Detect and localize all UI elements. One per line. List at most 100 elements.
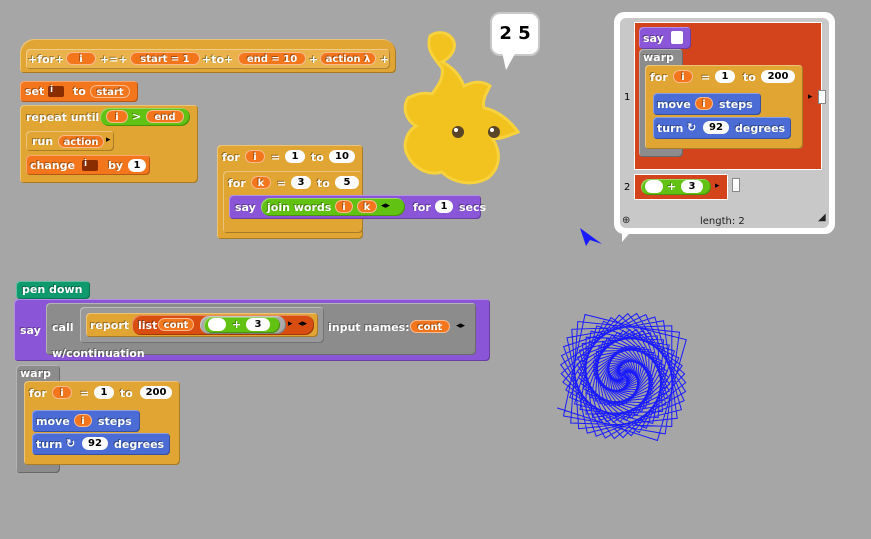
pen-trail <box>556 312 687 442</box>
outer-for-eq: = <box>271 151 281 164</box>
change-block[interactable]: change i by 1 <box>26 155 150 175</box>
repeat-until-block[interactable]: repeat until i > end run action ▸ change… <box>20 105 198 183</box>
inner-for-eq: = <box>277 177 287 190</box>
say-label: say <box>235 201 256 214</box>
hat-label-to: +to+ <box>202 53 234 66</box>
watcher-plus-value[interactable]: 3 <box>681 180 703 193</box>
watcher-plus-op: + <box>667 180 677 193</box>
input-name-cont[interactable]: cont <box>410 320 450 333</box>
run-block[interactable]: run action ▸ <box>26 131 114 151</box>
watcher-move-steps: steps <box>719 98 753 111</box>
list-row2-cell[interactable]: + 3 ▸ <box>634 174 728 200</box>
pen-for-to-label: to <box>120 387 133 400</box>
report-label: report <box>90 319 129 332</box>
watcher-rotate-cw-icon: ↻ <box>687 121 697 134</box>
join-words-reporter[interactable]: join words i k ◂▸ <box>261 198 405 216</box>
join-arg-k[interactable]: k <box>357 200 377 213</box>
plus-ring-arrow[interactable]: ▸ <box>288 319 293 330</box>
list-row2-index: 2 <box>624 182 631 193</box>
outer-for-from[interactable]: 1 <box>285 150 305 163</box>
row2-handle[interactable] <box>732 178 740 192</box>
join-arrows[interactable]: ◂▸ <box>381 201 390 212</box>
pen-script[interactable]: pen down say call report list cont + 3 ▸… <box>14 281 494 476</box>
inner-for-from[interactable]: 3 <box>291 176 311 189</box>
outer-for-to-label: to <box>311 151 324 164</box>
add-item-icon[interactable]: ⊕ <box>622 215 630 226</box>
watcher-move-block[interactable]: move i steps <box>653 93 761 115</box>
join-words-label: join words <box>267 201 332 214</box>
join-arg-i[interactable]: i <box>335 200 353 213</box>
outer-for-label: for <box>222 151 240 164</box>
list-row1-cell[interactable]: say warp for i = 1 to 200 move i steps t… <box>634 22 822 170</box>
hat-param-action[interactable]: action λ <box>320 52 376 65</box>
cond-left-var[interactable]: i <box>106 110 128 123</box>
hat-param-start[interactable]: start = 1 <box>130 52 200 65</box>
inner-for-to-label: to <box>317 177 330 190</box>
watcher-for-var[interactable]: i <box>673 70 693 83</box>
say-join-block[interactable]: say join words i k ◂▸ for 1 secs <box>229 195 486 219</box>
watcher-for-from[interactable]: 1 <box>715 70 735 83</box>
row1-expand-arrow[interactable]: ▸ <box>808 92 813 103</box>
list-watcher[interactable]: 1 say warp for i = 1 to 200 move i steps <box>614 12 835 242</box>
watcher-turn-value[interactable]: 92 <box>703 121 729 134</box>
list-label: list <box>138 319 158 332</box>
pen-down-block[interactable]: pen down <box>16 281 90 299</box>
hat-param-end[interactable]: end = 10 <box>238 52 306 65</box>
inner-for-to[interactable]: 5 <box>335 176 359 189</box>
list-reporter[interactable]: list cont + 3 ▸ ◂▸ <box>132 315 314 335</box>
hat-label-plus-end: + <box>380 53 390 66</box>
say-secs-value[interactable]: 1 <box>435 200 453 213</box>
continuation-label: w/continuation <box>52 347 145 360</box>
set-to-label: to <box>73 85 86 98</box>
input-names-arrows[interactable]: ◂▸ <box>456 321 465 332</box>
pen-for-var[interactable]: i <box>52 386 72 399</box>
turn-block[interactable]: turn ↻ 92 degrees <box>32 433 170 455</box>
say-call-block[interactable]: say call report list cont + 3 ▸ ◂▸ input… <box>14 299 490 361</box>
resize-handle-icon[interactable]: ◢ <box>818 212 826 223</box>
custom-for-hat[interactable]: +for+ i +=+ start = 1 +to+ end = 10 + ac… <box>20 39 396 73</box>
alonzo-sprite[interactable] <box>398 28 528 188</box>
report-ring[interactable]: report list cont + 3 ▸ ◂▸ <box>80 307 324 343</box>
list-arg-cont[interactable]: cont <box>158 318 194 331</box>
run-expand-arrow[interactable]: ▸ <box>106 135 111 146</box>
move-block[interactable]: move i steps <box>32 410 140 432</box>
custom-for-prototype[interactable]: +for+ i +=+ start = 1 +to+ end = 10 + ac… <box>26 49 390 69</box>
hat-label-eq: +=+ <box>100 53 128 66</box>
outer-for-var-i[interactable]: i <box>245 150 265 163</box>
pen-for-to[interactable]: 200 <box>140 386 172 399</box>
say-secs-label: secs <box>459 201 487 214</box>
inner-for-var-k[interactable]: k <box>251 176 271 189</box>
change-by-label: by <box>108 159 124 172</box>
outer-for-to[interactable]: 10 <box>329 150 355 163</box>
run-arg-action[interactable]: action <box>58 135 104 148</box>
turn-degrees-label: degrees <box>114 438 165 451</box>
watcher-say-block[interactable]: say <box>639 27 691 49</box>
set-block[interactable]: set i to start <box>20 81 138 102</box>
hat-param-i[interactable]: i <box>66 52 96 65</box>
report-block[interactable]: report list cont + 3 ▸ ◂▸ <box>86 313 318 337</box>
watcher-turn-block[interactable]: turn ↻ 92 degrees <box>653 117 791 139</box>
cond-right-var[interactable]: end <box>146 110 184 123</box>
set-value-start[interactable]: start <box>90 85 130 98</box>
change-by-value[interactable]: 1 <box>128 159 146 172</box>
rotate-cw-icon: ↻ <box>66 437 76 450</box>
watcher-for-to[interactable]: 200 <box>761 70 795 83</box>
watcher-move-label: move <box>657 98 691 111</box>
change-var-name: i <box>84 159 88 169</box>
say-for-label: for <box>413 201 431 214</box>
list-arrows[interactable]: ◂▸ <box>298 319 307 330</box>
plus-value[interactable]: 3 <box>246 318 270 331</box>
row2-expand-arrow[interactable]: ▸ <box>715 181 720 192</box>
row1-handle[interactable] <box>818 90 826 104</box>
list-watcher-body: 1 say warp for i = 1 to 200 move i steps <box>620 18 829 228</box>
watcher-for-label: for <box>650 71 668 84</box>
watcher-move-arg[interactable]: i <box>695 97 713 110</box>
pen-for-from[interactable]: 1 <box>94 386 114 399</box>
greater-than-predicate[interactable]: i > end <box>100 108 190 126</box>
turn-value[interactable]: 92 <box>82 437 108 450</box>
watcher-plus-reporter[interactable]: + 3 <box>641 179 711 195</box>
say-call-label: say <box>20 324 41 337</box>
plus-reporter[interactable]: + 3 <box>204 317 280 333</box>
move-arg-i[interactable]: i <box>74 414 92 427</box>
plus-ring[interactable]: + 3 <box>200 316 286 334</box>
